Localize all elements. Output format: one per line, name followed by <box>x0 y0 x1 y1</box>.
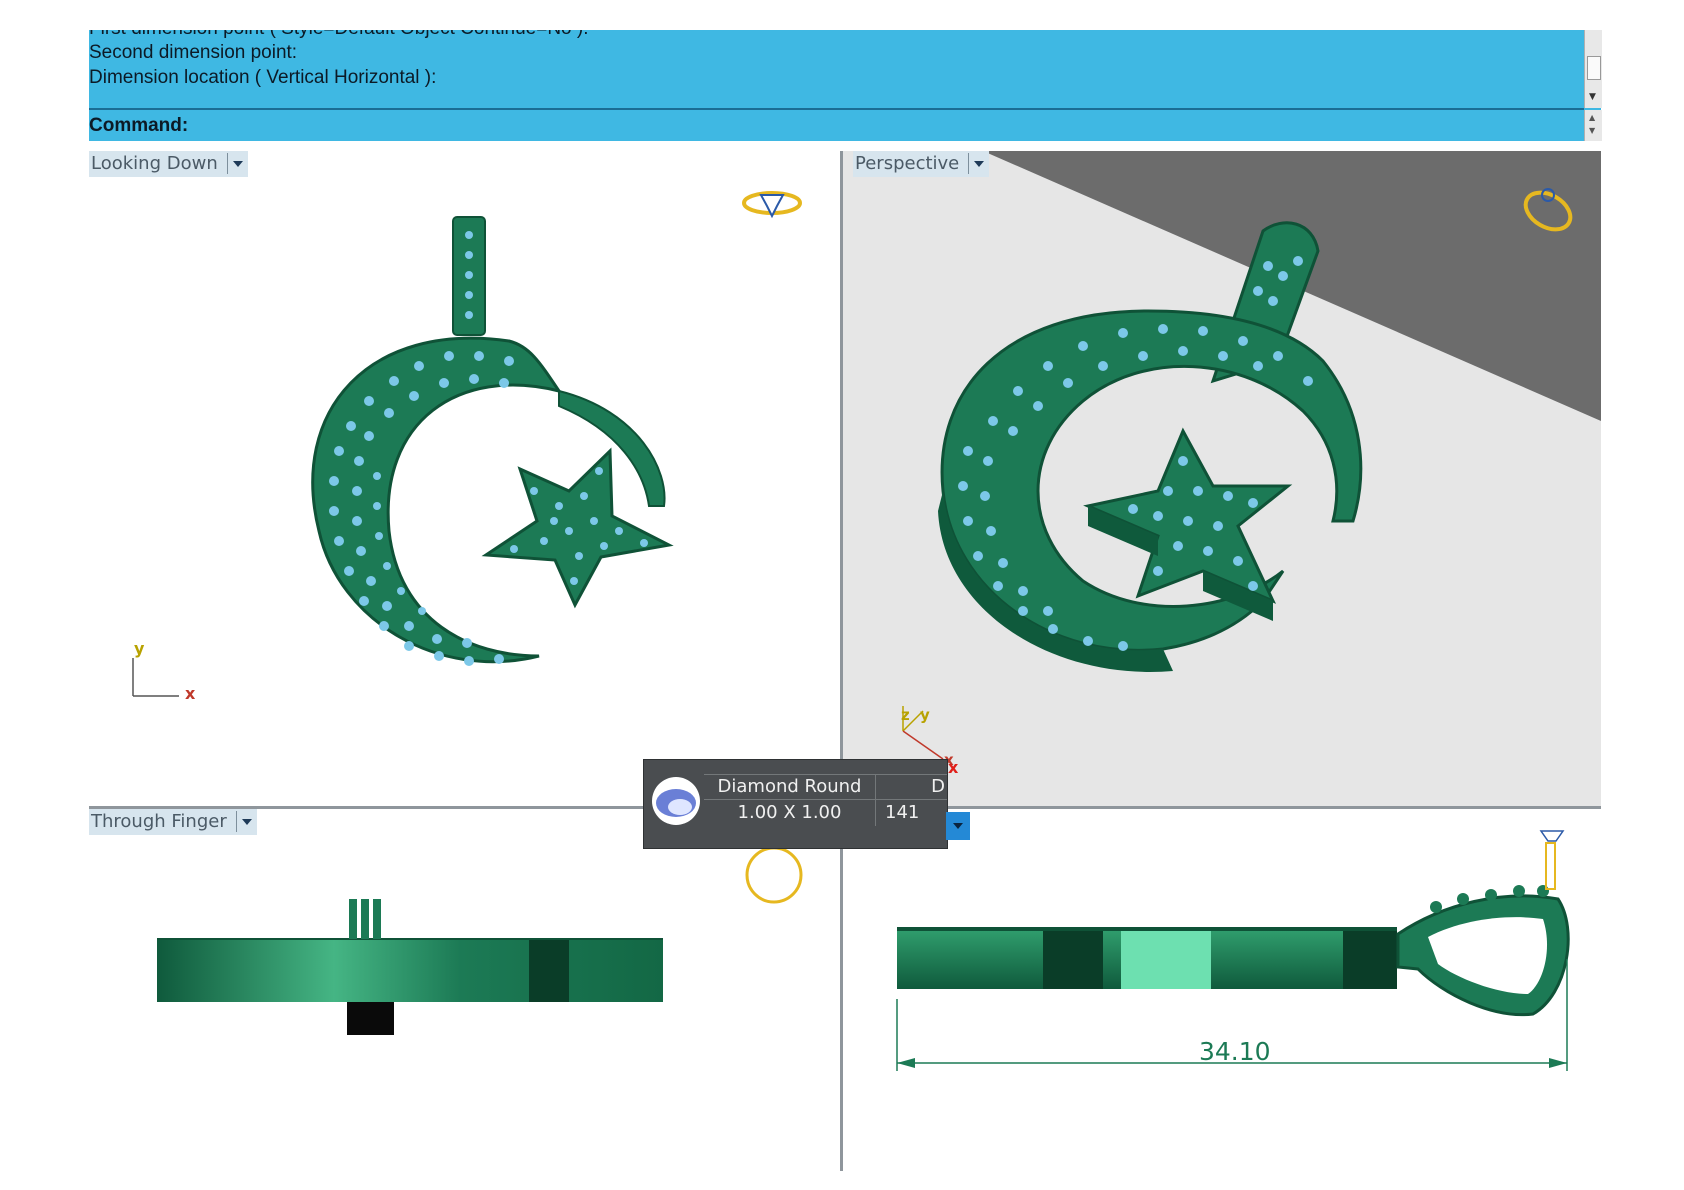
divider <box>704 799 947 800</box>
gem-count: 141 <box>885 802 920 823</box>
viewport-divider-vertical[interactable] <box>840 151 843 1171</box>
viewport-through-finger[interactable]: Through Finger <box>89 809 840 1171</box>
viewport-title-label: Perspective <box>855 153 960 174</box>
scroll-down-arrow-icon[interactable]: ▼ <box>1589 92 1596 102</box>
command-spinner[interactable]: ▲ ▼ <box>1584 110 1602 141</box>
viewport-title-label: Through Finger <box>91 811 227 832</box>
viewport-title-label: Looking Down <box>91 153 218 174</box>
command-history-line: Second dimension point: <box>89 42 298 63</box>
command-history-line: First dimension point ( Style=Default Ob… <box>89 30 589 40</box>
command-history: First dimension point ( Style=Default Ob… <box>89 30 1584 108</box>
viewport-looking-down[interactable]: Looking Down y x <box>89 151 840 806</box>
dimension-label: 34.10 <box>1199 1037 1271 1066</box>
command-history-line: Dimension location ( Vertical Horizontal… <box>89 67 437 88</box>
command-area: First dimension point ( Style=Default Ob… <box>89 30 1602 141</box>
diamond-round-icon <box>652 777 700 825</box>
gem-size: 1.00 X 1.00 <box>737 802 842 823</box>
command-prompt-label: Command: <box>89 115 189 136</box>
perspective-view-model <box>902 151 1601 760</box>
viewport-title-perspective[interactable]: Perspective <box>853 151 990 177</box>
scrollbar-thumb[interactable] <box>1587 56 1601 80</box>
viewport-title-looking-down[interactable]: Looking Down <box>89 151 248 177</box>
axis-z-label: z <box>901 706 910 724</box>
command-input[interactable]: Command: <box>89 110 1584 141</box>
spin-up-icon[interactable]: ▲ <box>1589 113 1595 122</box>
viewport-menu-dropdown-icon[interactable] <box>235 811 255 832</box>
axis-x-label: x <box>185 684 196 703</box>
viewport-title-through-finger[interactable]: Through Finger <box>89 809 257 835</box>
spin-down-icon[interactable]: ▼ <box>1589 126 1595 135</box>
gem-name: Diamond Round <box>717 776 862 797</box>
axis-y-label: y <box>920 706 930 724</box>
gem-col2-header: D <box>931 776 945 797</box>
close-icon[interactable]: x <box>948 758 958 777</box>
axis-y-label: y <box>134 639 145 658</box>
viewport-side-view[interactable]: 34.10 <box>843 809 1601 1171</box>
top-view-model <box>132 191 802 697</box>
gem-info-tooltip: Diamond Round 1.00 X 1.00 D 141 x <box>643 758 958 849</box>
viewport-menu-dropdown-icon[interactable] <box>226 153 246 174</box>
viewport-menu-dropdown-icon[interactable] <box>946 812 970 840</box>
history-scrollbar[interactable]: ▼ <box>1584 30 1602 108</box>
side-profile-model <box>896 830 1570 1071</box>
side-view-model <box>157 846 803 1035</box>
viewport-menu-dropdown-icon[interactable] <box>968 153 987 174</box>
viewport-perspective[interactable]: Perspective z y x <box>843 151 1601 806</box>
